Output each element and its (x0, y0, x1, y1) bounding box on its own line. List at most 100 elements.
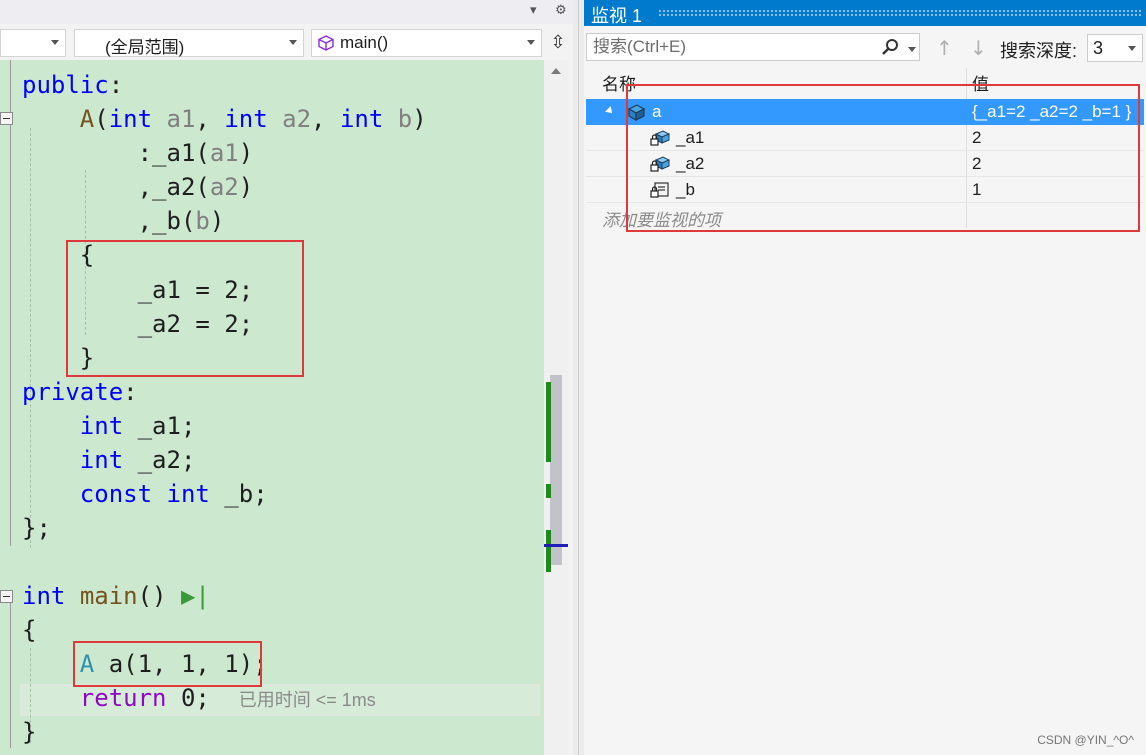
code-token: _b; (209, 480, 268, 508)
arrow-down-icon[interactable]: ↓ (970, 36, 987, 60)
expand-toggle-icon[interactable] (605, 106, 615, 116)
code-token: 0; (166, 684, 239, 712)
code-line[interactable]: { (22, 615, 36, 645)
code-token: return (79, 684, 167, 712)
code-line[interactable]: private: (22, 377, 138, 407)
code-token: A (79, 105, 95, 133)
member-combo-label: main() (340, 33, 389, 52)
collapse-toggle[interactable] (0, 590, 13, 603)
title-grip (658, 9, 1142, 17)
member-combo[interactable]: main() (311, 29, 542, 57)
code-line[interactable]: int _a1; (22, 411, 196, 441)
code-token: a2 (282, 105, 312, 133)
arrow-up-icon[interactable]: ↑ (936, 36, 953, 60)
caret-position-marker (544, 544, 568, 547)
highlight-box-watch-values (626, 84, 1140, 232)
scope-combo[interactable]: (全局范围) (74, 29, 304, 57)
code-token: ) (412, 105, 427, 133)
code-line[interactable]: }; (22, 513, 51, 543)
code-token: a1 (166, 105, 196, 133)
code-line[interactable]: int main() ▶| (22, 581, 210, 611)
outline-line (10, 603, 11, 748)
highlight-box-object-decl (73, 641, 262, 687)
outline-line (10, 60, 11, 546)
project-combo[interactable] (0, 29, 66, 57)
code-token: _a2; (123, 446, 196, 474)
search-depth-select[interactable]: 3 (1087, 34, 1143, 62)
watch-title: 监视 1 (591, 6, 643, 26)
code-token: int (22, 582, 66, 610)
editor-vertical-scrollbar[interactable] (544, 60, 568, 755)
code-token: int (166, 480, 210, 508)
code-token: , (311, 105, 340, 133)
search-icon[interactable] (880, 38, 900, 58)
chevron-down-icon[interactable] (908, 47, 916, 52)
pane-splitter[interactable] (573, 0, 584, 755)
chevron-down-icon (1128, 46, 1136, 51)
watch-title-bar[interactable]: 监视 1 (584, 0, 1146, 26)
code-token: () (137, 582, 181, 610)
dropdown-icon[interactable]: ▾ (530, 3, 537, 18)
code-token: : (108, 71, 124, 99)
change-marker (546, 484, 551, 498)
editor-top-strip: ▾ ⚙ (0, 0, 573, 24)
code-token: { (22, 616, 37, 644)
code-token: int (79, 446, 124, 474)
scroll-up-icon[interactable] (551, 68, 561, 74)
code-line[interactable]: } (22, 717, 36, 747)
code-token: _a1; (123, 412, 196, 440)
code-token: main (79, 582, 138, 610)
split-window-icon[interactable]: ⇳ (546, 30, 570, 56)
code-token: ) (209, 207, 225, 235)
code-token: : (123, 378, 138, 406)
code-line[interactable]: A(int a1, int a2, int b) (22, 104, 427, 134)
code-token: ) (238, 173, 254, 201)
code-line[interactable]: int _a2; (22, 445, 196, 475)
code-line[interactable]: :_a1(a1) (22, 138, 254, 168)
scrollbar-thumb[interactable] (550, 375, 562, 565)
chevron-down-icon (51, 40, 59, 45)
code-line[interactable]: ,_a2(a2) (22, 172, 254, 202)
code-token: int (339, 105, 384, 133)
code-token: private (22, 378, 124, 406)
code-line[interactable]: ,_b(b) (22, 206, 225, 236)
code-token: ) (238, 139, 254, 167)
code-token: :_a1( (22, 139, 210, 167)
code-token: }; (22, 514, 51, 542)
watch-search-box[interactable] (586, 33, 920, 61)
code-line[interactable]: return 0; 已用时间 <= 1ms (22, 683, 376, 715)
code-line[interactable]: public: (22, 70, 123, 100)
code-token: public (22, 71, 109, 99)
code-token: int (108, 105, 153, 133)
collapse-toggle[interactable] (0, 112, 13, 125)
code-token: , (195, 105, 225, 133)
gear-icon[interactable]: ⚙ (555, 3, 567, 18)
code-token: int (79, 412, 124, 440)
search-depth-value: 3 (1093, 38, 1104, 58)
method-cube-icon (318, 35, 334, 51)
chevron-down-icon (289, 40, 297, 45)
code-token: } (22, 718, 37, 746)
code-token: b (397, 105, 413, 133)
watch-search-input[interactable] (593, 37, 863, 57)
change-marker (546, 382, 551, 462)
code-token: ,_b( (22, 207, 196, 235)
code-token: a1 (209, 139, 239, 167)
run-to-click-icon[interactable]: ▶| (181, 582, 210, 610)
search-depth-label: 搜索深度: (1000, 41, 1078, 61)
code-token: int (224, 105, 268, 133)
watch-toolbar: ↑ ↓ 搜索深度: 3 (584, 26, 1146, 68)
scope-combo-label: (全局范围) (105, 38, 185, 57)
code-line[interactable]: const int _b; (22, 479, 268, 509)
code-token: ,_a2( (22, 173, 210, 201)
